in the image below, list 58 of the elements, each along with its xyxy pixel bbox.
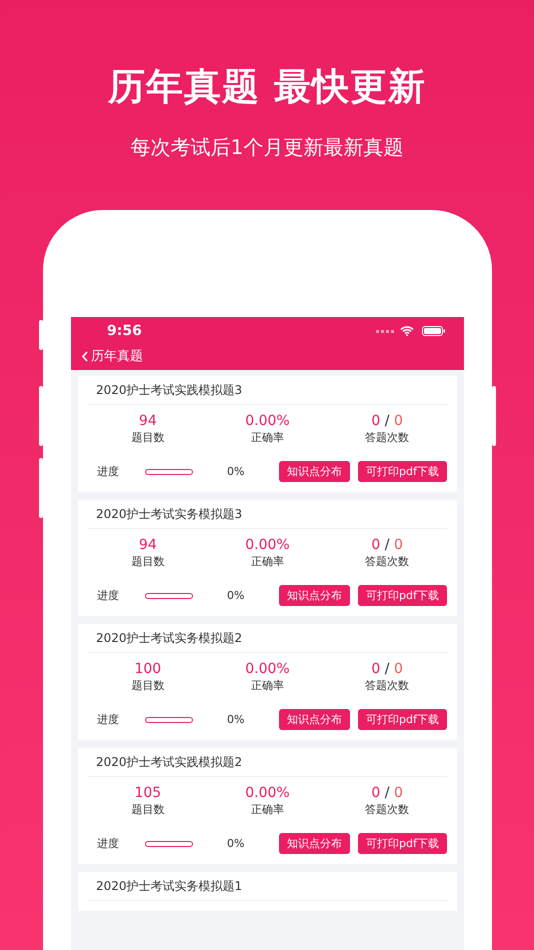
action-button[interactable]: 知识点分布	[279, 709, 350, 730]
stat-value: 94	[138, 413, 157, 429]
stat-value: 0 / 0	[371, 785, 403, 801]
exam-card[interactable]: 2020护士考试实务模拟题3 94 题目数 0.00% 正确率 0 / 0 答题次数 进度 0% 知识点分布 可打印pdf下载	[78, 500, 457, 616]
subtitle: 每次考试后1个月更新最新真题	[130, 134, 404, 161]
exam-title: 2020护士考试实务模拟题3	[88, 500, 447, 529]
stat-value: 0.00%	[245, 785, 290, 801]
stat-value: 0 / 0	[371, 413, 403, 429]
action-button[interactable]: 知识点分布	[279, 461, 350, 482]
progress-label: 进度	[97, 588, 120, 603]
exam-card[interactable]: 2020护士考试实务模拟题1	[78, 872, 457, 911]
signal-icon	[376, 330, 394, 332]
action-button[interactable]: 知识点分布	[279, 833, 350, 854]
progress-label: 进度	[97, 464, 120, 479]
action-button[interactable]: 可打印pdf下载	[358, 833, 447, 854]
exam-title: 2020护士考试实务模拟题2	[88, 624, 447, 653]
action-button[interactable]: 可打印pdf下载	[358, 709, 447, 730]
stat-value: 0.00%	[245, 537, 290, 553]
action-button[interactable]: 知识点分布	[279, 585, 350, 606]
status-time: 9:56	[107, 323, 143, 339]
exam-card[interactable]: 2020护士考试实践模拟题2 105 题目数 0.00% 正确率 0 / 0 答题次数 进度 0% 知识点分布 可打印pdf下载	[78, 748, 457, 864]
stat-value: 0 / 0	[371, 661, 403, 677]
progress-value: 0%	[227, 465, 246, 478]
exam-title: 2020护士考试实务模拟题1	[88, 872, 447, 901]
stat-label: 答题次数	[365, 678, 410, 693]
stat-label: 答题次数	[365, 802, 410, 817]
stat-label: 题目数	[131, 554, 164, 569]
stat-label: 正确率	[250, 554, 284, 569]
stat-label: 正确率	[250, 430, 284, 445]
stat-label: 题目数	[131, 678, 164, 693]
stat-value: 0 / 0	[371, 537, 403, 553]
stat-label: 答题次数	[365, 430, 410, 445]
back-button[interactable]: 历年真题	[71, 345, 464, 367]
stat-label: 题目数	[131, 802, 164, 817]
stat-label: 正确率	[250, 802, 284, 817]
stat-value: 105	[134, 785, 162, 801]
progress-value: 0%	[227, 713, 246, 726]
wifi-icon	[400, 326, 414, 336]
stat-label: 题目数	[131, 430, 164, 445]
progress-label: 进度	[97, 836, 120, 851]
stat-value: 100	[134, 661, 162, 677]
stat-label: 正确率	[250, 678, 284, 693]
action-button[interactable]: 可打印pdf下载	[358, 461, 447, 482]
exam-title: 2020护士考试实践模拟题3	[88, 376, 447, 405]
stat-label: 答题次数	[365, 554, 410, 569]
back-icon	[81, 350, 89, 362]
battery-icon	[422, 326, 446, 336]
headline: 历年真题 最快更新	[108, 64, 426, 110]
action-button[interactable]: 可打印pdf下载	[358, 585, 447, 606]
progress-value: 0%	[227, 589, 246, 602]
exam-title: 2020护士考试实践模拟题2	[88, 748, 447, 777]
progress-value: 0%	[227, 837, 246, 850]
progress-label: 进度	[97, 712, 120, 727]
stat-value: 94	[138, 537, 157, 553]
stat-value: 0.00%	[245, 661, 290, 677]
exam-card[interactable]: 2020护士考试实践模拟题3 94 题目数 0.00% 正确率 0 / 0 答题次数 进度 0% 知识点分布 可打印pdf下载	[78, 376, 457, 492]
exam-card[interactable]: 2020护士考试实务模拟题2 100 题目数 0.00% 正确率 0 / 0 答题次数 进度 0% 知识点分布 可打印pdf下载	[78, 624, 457, 740]
stat-value: 0.00%	[245, 413, 290, 429]
